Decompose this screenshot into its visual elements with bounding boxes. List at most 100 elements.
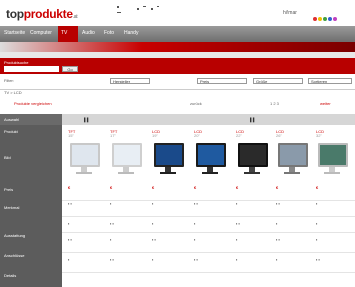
product-size: 15"	[68, 133, 74, 138]
label-column: Produkt Bild Preis Merkmal Ausstattung A…	[0, 125, 62, 287]
cell-text: ▪ ▪	[194, 201, 198, 206]
search-bar: Produktsuche Go	[0, 58, 355, 74]
label-product: Produkt	[4, 129, 18, 134]
product-size: 20"	[194, 133, 200, 138]
compare-link[interactable]: Produkte vergleichen	[14, 101, 52, 106]
filter-label: Filter:	[4, 78, 14, 83]
cell-text: ▪	[236, 237, 238, 242]
search-label: Produktsuche	[4, 60, 29, 65]
cell-text: ▪	[110, 237, 112, 242]
cell-text: ▪ ▪	[68, 201, 72, 206]
cell-text: ▪ ▪	[194, 257, 198, 262]
cell-text: ▪	[276, 257, 278, 262]
header-right-text[interactable]: hi!mar	[283, 10, 297, 16]
logo-accent: produkte	[23, 7, 73, 21]
cell-text: ▪ ▪	[276, 201, 280, 206]
filter-select-3[interactable]: Größe	[253, 78, 303, 84]
cell-text: ▪ ▪	[276, 237, 280, 242]
banner-bar	[0, 42, 355, 52]
product-column[interactable]: TFT 15" € ▪ ▪ ▪ ▪ ▪ ▪	[64, 125, 104, 287]
product-image[interactable]	[236, 141, 270, 177]
header-col-2: ▌▌	[250, 117, 256, 122]
label-price: Preis	[4, 187, 14, 192]
cell-text: ▪ ▪	[236, 221, 240, 226]
cell-text: ▪	[152, 201, 154, 206]
nav-item-5[interactable]: Foto	[104, 30, 114, 36]
product-image[interactable]	[194, 141, 228, 177]
product-size: 17"	[110, 133, 116, 138]
product-column[interactable]: LCD 22" € ▪ ▪ ▪ ▪ ▪	[232, 125, 272, 287]
product-column[interactable]: LCD 20" € ▪ ▪ ▪ ▪ ▪ ▪	[190, 125, 230, 287]
filter-bar: Filter: Hersteller Preis Größe Sortieren	[0, 74, 355, 90]
page: topprodukte.at hi!mar Startseite Compute…	[0, 0, 355, 287]
comparison-table: Auswahl ▌▌ ▌▌ Produkt Bild Preis Merkmal…	[0, 114, 355, 287]
search-button[interactable]: Go	[62, 66, 78, 72]
product-image[interactable]	[316, 141, 350, 177]
cell-text: ▪	[236, 257, 238, 262]
label-feature: Merkmal	[4, 205, 20, 210]
label-ports: Anschlüsse	[4, 253, 25, 258]
cell-text: ▪	[152, 257, 154, 262]
next-link[interactable]: weiter	[320, 101, 331, 106]
header-graphic	[117, 6, 165, 22]
label-details: Details	[4, 273, 17, 278]
cell-text: ▪ ▪	[110, 257, 114, 262]
nav-item-3: TV	[61, 30, 68, 36]
cell-text: ▪ ▪	[68, 237, 72, 242]
nav-item-2[interactable]: Computer	[30, 30, 52, 36]
pagination[interactable]: 1 2 3	[270, 101, 279, 106]
cell-text: ▪	[194, 237, 196, 242]
main-nav: Startseite Computer Audio Foto Handy	[0, 26, 355, 42]
cell-text: ▪	[316, 237, 318, 242]
label-image: Bild	[4, 155, 11, 160]
filter-select-2[interactable]: Preis	[197, 78, 247, 84]
product-column[interactable]: TFT 17" € ▪ ▪ ▪ ▪ ▪ ▪	[106, 125, 146, 287]
header-col-1: ▌▌	[84, 117, 90, 122]
filter-select-4[interactable]: Sortieren	[308, 78, 352, 84]
nav-item-6[interactable]: Handy	[124, 30, 138, 36]
product-column[interactable]: LCD 19" € ▪ ▪ ▪ ▪ ▪	[148, 125, 188, 287]
product-size: 22"	[236, 133, 242, 138]
site-logo[interactable]: topprodukte.at	[6, 7, 78, 21]
product-image[interactable]	[68, 141, 102, 177]
product-size: 19"	[152, 133, 158, 138]
product-column[interactable]: LCD 32" € ▪ ▪ ▪ ▪ ▪	[312, 125, 352, 287]
product-column[interactable]: LCD 26" € ▪ ▪ ▪ ▪ ▪ ▪	[272, 125, 312, 287]
product-price: €	[68, 185, 71, 190]
cell-text: ▪ ▪	[152, 237, 156, 242]
header: topprodukte.at hi!mar	[0, 0, 355, 26]
product-image[interactable]	[276, 141, 310, 177]
selected-tab[interactable]: Auswahl	[0, 114, 62, 125]
product-size: 26"	[276, 133, 282, 138]
table-header: Auswahl ▌▌ ▌▌	[0, 114, 355, 125]
cell-text: ▪	[276, 221, 278, 226]
nav-item-1[interactable]: Startseite	[4, 30, 25, 36]
product-price: €	[276, 185, 279, 190]
cell-text: ▪ ▪	[316, 257, 320, 262]
logo-tld: .at	[72, 14, 78, 20]
filter-select-1[interactable]: Hersteller	[110, 78, 150, 84]
cell-text: ▪	[316, 221, 318, 226]
cell-text: ▪	[68, 221, 70, 226]
product-price: €	[236, 185, 239, 190]
cell-text: ▪	[194, 221, 196, 226]
product-price: €	[194, 185, 197, 190]
action-row: Produkte vergleichen zurück 1 2 3 weiter	[0, 98, 355, 110]
breadcrumb[interactable]: TV > LCD	[4, 90, 22, 95]
prev-link[interactable]: zurück	[190, 101, 202, 106]
cell-text: ▪ ▪	[110, 221, 114, 226]
product-price: €	[110, 185, 113, 190]
logo-main: top	[6, 7, 24, 21]
product-image[interactable]	[152, 141, 186, 177]
product-image[interactable]	[110, 141, 144, 177]
cell-text: ▪	[110, 201, 112, 206]
color-dots	[313, 17, 338, 23]
product-size: 32"	[316, 133, 322, 138]
nav-item-active[interactable]: TV	[58, 26, 78, 42]
cell-text: ▪	[152, 221, 154, 226]
nav-item-4[interactable]: Audio	[82, 30, 95, 36]
product-price: €	[316, 185, 319, 190]
label-equipment: Ausstattung	[4, 233, 26, 238]
search-input[interactable]	[4, 66, 59, 72]
cell-text: ▪	[236, 201, 238, 206]
